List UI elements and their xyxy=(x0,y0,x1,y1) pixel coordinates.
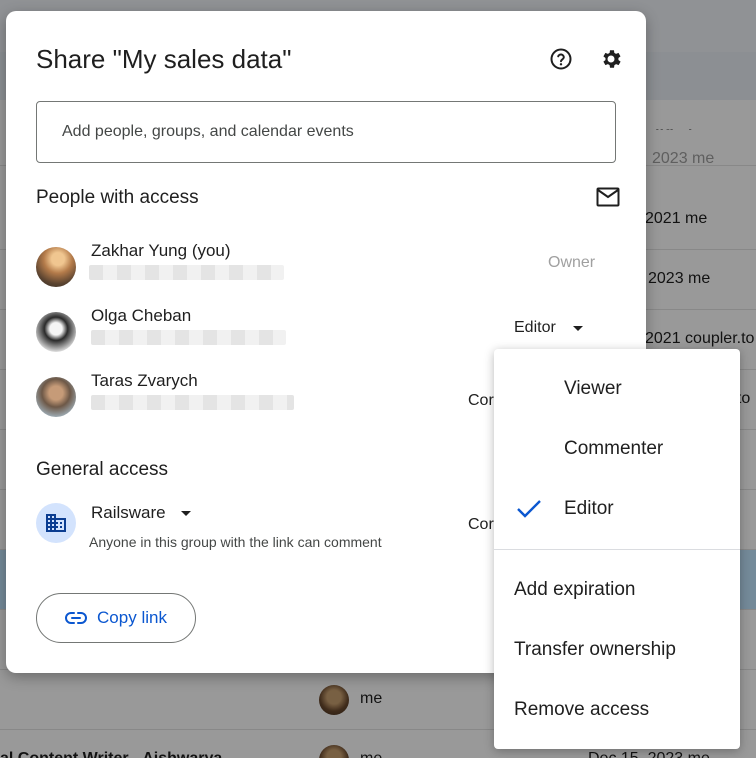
chevron-down-icon xyxy=(572,325,583,331)
person-name: Olga Cheban xyxy=(91,306,192,325)
role-label: Cor xyxy=(468,392,494,409)
person-role-dropdown[interactable]: Cor xyxy=(468,392,494,410)
people-with-access-heading: People with access xyxy=(36,187,199,208)
menu-item-commenter[interactable]: Commenter xyxy=(494,419,740,479)
copy-link-label: Copy link xyxy=(97,608,167,627)
org-name-label: Railsware xyxy=(91,503,166,522)
menu-item-add-expiration[interactable]: Add expiration xyxy=(494,560,740,620)
help-icon[interactable] xyxy=(547,45,575,73)
person-role-owner: Owner xyxy=(548,254,596,271)
avatar xyxy=(36,312,76,352)
avatar xyxy=(36,377,76,417)
dialog-title: Share "My sales data" xyxy=(36,44,292,74)
avatar xyxy=(36,247,76,287)
building-icon xyxy=(36,503,76,543)
role-dropdown-menu: Viewer Commenter Editor Add expiration T… xyxy=(494,349,740,749)
general-access-description: Anyone in this group with the link can c… xyxy=(89,534,382,550)
menu-item-transfer-ownership[interactable]: Transfer ownership xyxy=(494,620,740,680)
person-name: Taras Zvarych xyxy=(91,371,198,390)
menu-item-remove-access[interactable]: Remove access xyxy=(494,680,740,740)
menu-item-viewer[interactable]: Viewer xyxy=(494,359,740,419)
add-people-input[interactable] xyxy=(36,101,616,163)
copy-link-button[interactable]: Copy link xyxy=(36,593,196,643)
person-row-owner: Zakhar Yung (you) Owner xyxy=(36,241,616,291)
menu-item-label: Commenter xyxy=(564,438,664,459)
person-email-redacted xyxy=(91,330,286,345)
general-access-role-dropdown[interactable]: Cor xyxy=(468,516,494,534)
chevron-down-icon xyxy=(180,510,191,516)
menu-item-editor[interactable]: Editor xyxy=(494,479,740,539)
general-access-heading: General access xyxy=(36,459,169,480)
menu-item-label: Add expiration xyxy=(514,579,636,600)
menu-item-label: Viewer xyxy=(564,378,622,399)
role-label: Cor xyxy=(468,516,494,533)
menu-item-label: Editor xyxy=(564,498,614,519)
person-name: Zakhar Yung (you) xyxy=(91,241,231,260)
person-role-dropdown[interactable]: Editor xyxy=(514,319,583,337)
settings-gear-icon[interactable] xyxy=(597,45,625,73)
role-label: Editor xyxy=(514,319,556,336)
person-email-redacted xyxy=(91,395,294,410)
general-access-dropdown[interactable]: Railsware xyxy=(91,503,191,523)
email-envelope-icon[interactable] xyxy=(594,183,622,211)
link-icon xyxy=(65,612,87,624)
menu-item-label: Transfer ownership xyxy=(514,639,676,660)
menu-divider xyxy=(494,549,740,550)
check-icon xyxy=(517,500,541,518)
person-email-redacted xyxy=(89,265,284,280)
menu-item-label: Remove access xyxy=(514,699,650,720)
